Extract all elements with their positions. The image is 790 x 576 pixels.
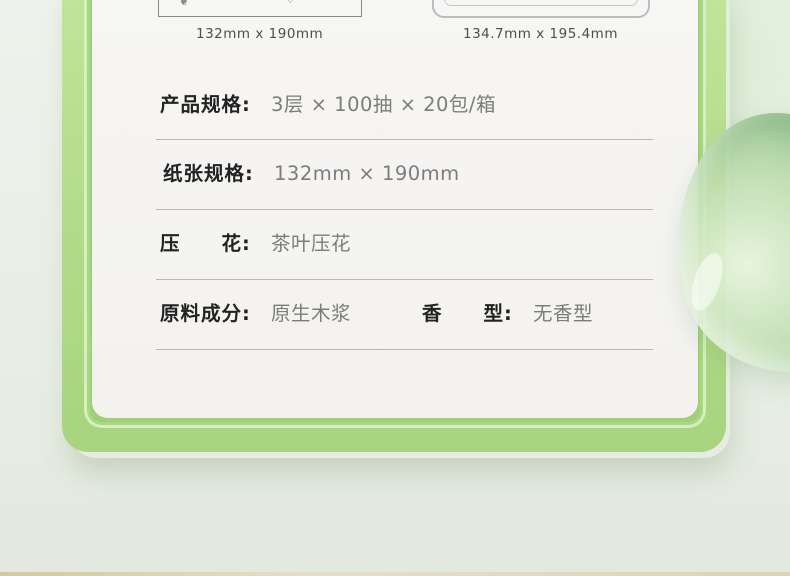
divider xyxy=(156,349,653,350)
spec-row-product: 产品规格: 3层 × 100抽 × 20包/箱 xyxy=(160,91,496,119)
spec-label: 压 花: xyxy=(160,232,251,255)
spec-label: 纸张规格: xyxy=(163,162,254,185)
tissue-pack-diagram-left: ❦ ♢ xyxy=(158,0,362,17)
leaf-outline-icon: ♢ xyxy=(285,0,296,6)
leaf-emboss-icon: ❦ xyxy=(179,0,190,8)
spec-value: 132mm × 190mm xyxy=(274,162,460,185)
divider xyxy=(156,279,653,280)
bottom-edge-band xyxy=(0,572,790,576)
spec-row-paper: 纸张规格: 132mm × 190mm xyxy=(163,160,460,188)
spec-label: 香 型: xyxy=(422,302,513,325)
spec-value: 原生木浆 xyxy=(271,302,352,325)
divider xyxy=(156,209,653,210)
spec-row-material: 原料成分: 原生木浆 xyxy=(160,300,351,328)
spec-value: 3层 × 100抽 × 20包/箱 xyxy=(271,93,496,116)
tissue-pack-diagram-right xyxy=(432,0,650,18)
pack-inner-outline xyxy=(444,0,638,6)
spec-value: 无香型 xyxy=(533,302,594,325)
spec-value: 茶叶压花 xyxy=(271,232,352,255)
spec-label: 产品规格: xyxy=(160,93,251,116)
right-size-label: 134.7mm x 195.4mm xyxy=(463,26,618,42)
spec-row-emboss: 压 花: 茶叶压花 xyxy=(160,230,351,258)
spec-label: 原料成分: xyxy=(160,302,251,325)
divider xyxy=(156,139,653,140)
left-size-label: 132mm x 190mm xyxy=(196,26,324,42)
spec-row-scent: 香 型: 无香型 xyxy=(422,300,593,328)
